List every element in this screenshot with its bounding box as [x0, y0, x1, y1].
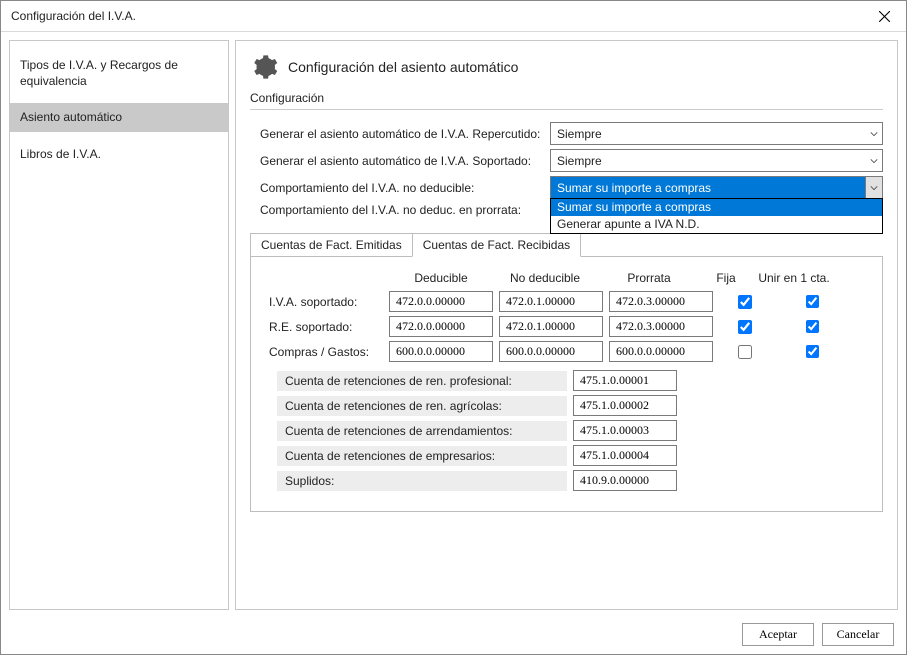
chevron-down-icon [865, 177, 882, 198]
section-header: Configuración del asiento automático [250, 53, 883, 81]
dropdown-no-deducible[interactable]: Sumar su importe a compras Sumar su impo… [550, 176, 883, 199]
header-fija: Fija [701, 271, 751, 285]
retencion-label: Cuenta de retenciones de empresarios: [277, 446, 567, 466]
close-icon [879, 11, 890, 22]
input-compras-no-deducible[interactable] [499, 341, 603, 362]
input-iva-soportado-no-deducible[interactable] [499, 291, 603, 312]
input-iva-soportado-deducible[interactable] [389, 291, 493, 312]
dialog-window: Configuración del I.V.A. Tipos de I.V.A.… [0, 0, 907, 655]
dropdown-value: Siempre [551, 127, 866, 141]
input-compras-deducible[interactable] [389, 341, 493, 362]
form-row-no-deducible: Comportamiento del I.V.A. no deducible: … [250, 176, 883, 199]
checkbox-re-soportado-fija[interactable] [738, 320, 752, 334]
checkbox-re-soportado-unir[interactable] [806, 320, 819, 333]
retencion-row: Cuenta de retenciones de ren. agrícolas: [267, 395, 866, 416]
header-unir: Unir en 1 cta. [751, 271, 837, 285]
table-row: R.E. soportado: [267, 316, 866, 337]
sidebar: Tipos de I.V.A. y Recargos de equivalenc… [9, 40, 229, 610]
cancel-button[interactable]: Cancelar [822, 623, 894, 646]
main-panel: Configuración del asiento automático Con… [235, 40, 898, 610]
retencion-label: Suplidos: [277, 471, 567, 491]
retencion-row: Suplidos: [267, 470, 866, 491]
row-label: Compras / Gastos: [267, 345, 389, 359]
table-row: I.V.A. soportado: [267, 291, 866, 312]
sidebar-item-tipos-iva[interactable]: Tipos de I.V.A. y Recargos de equivalenc… [10, 51, 228, 95]
dropdown-soportado[interactable]: Siempre [550, 149, 883, 172]
dropdown-option[interactable]: Generar apunte a IVA N.D. [551, 216, 882, 233]
header-deducible: Deducible [389, 271, 493, 285]
sidebar-item-libros-iva[interactable]: Libros de I.V.A. [10, 140, 228, 168]
input-suplidos[interactable] [573, 470, 677, 491]
table-headers: Deducible No deducible Prorrata Fija Uni… [267, 271, 866, 285]
dialog-footer: Aceptar Cancelar [1, 614, 906, 654]
gear-icon [250, 53, 278, 81]
window-title: Configuración del I.V.A. [11, 9, 862, 23]
input-retencion-profesional[interactable] [573, 370, 677, 391]
input-iva-soportado-prorrata[interactable] [609, 291, 713, 312]
input-re-soportado-no-deducible[interactable] [499, 316, 603, 337]
tab-facturas-emitidas[interactable]: Cuentas de Fact. Emitidas [250, 233, 413, 257]
input-compras-prorrata[interactable] [609, 341, 713, 362]
dropdown-value: Siempre [551, 154, 866, 168]
header-prorrata: Prorrata [597, 271, 701, 285]
checkbox-compras-unir[interactable] [806, 345, 819, 358]
checkbox-iva-soportado-unir[interactable] [806, 295, 819, 308]
checkbox-compras-fija[interactable] [738, 345, 752, 359]
tabs: Cuentas de Fact. Emitidas Cuentas de Fac… [250, 233, 883, 257]
table-row: Compras / Gastos: [267, 341, 866, 362]
input-re-soportado-deducible[interactable] [389, 316, 493, 337]
chevron-down-icon [866, 123, 882, 144]
tab-facturas-recibidas[interactable]: Cuentas de Fact. Recibidas [412, 233, 581, 257]
dropdown-value: Sumar su importe a compras [551, 181, 865, 195]
section-title: Configuración del asiento automático [288, 59, 518, 75]
ok-button[interactable]: Aceptar [742, 623, 814, 646]
dropdown-option[interactable]: Sumar su importe a compras [551, 199, 882, 216]
input-retencion-agricolas[interactable] [573, 395, 677, 416]
checkbox-iva-soportado-fija[interactable] [738, 295, 752, 309]
retencion-row: Cuenta de retenciones de arrendamientos: [267, 420, 866, 441]
header-no-deducible: No deducible [493, 271, 597, 285]
retencion-row: Cuenta de retenciones de ren. profesiona… [267, 370, 866, 391]
tab-body: Deducible No deducible Prorrata Fija Uni… [250, 256, 883, 512]
label-repercutido: Generar el asiento automático de I.V.A. … [250, 127, 550, 141]
retencion-label: Cuenta de retenciones de ren. profesiona… [277, 371, 567, 391]
chevron-down-icon [866, 150, 882, 171]
input-re-soportado-prorrata[interactable] [609, 316, 713, 337]
group-label: Configuración [250, 91, 883, 110]
dialog-body: Tipos de I.V.A. y Recargos de equivalenc… [1, 32, 906, 614]
label-soportado: Generar el asiento automático de I.V.A. … [250, 154, 550, 168]
form-row-soportado: Generar el asiento automático de I.V.A. … [250, 149, 883, 172]
label-no-deducible: Comportamiento del I.V.A. no deducible: [250, 181, 550, 195]
dropdown-list: Sumar su importe a compras Generar apunt… [550, 198, 883, 234]
input-retencion-empresarios[interactable] [573, 445, 677, 466]
retencion-label: Cuenta de retenciones de ren. agrícolas: [277, 396, 567, 416]
form-row-repercutido: Generar el asiento automático de I.V.A. … [250, 122, 883, 145]
retencion-label: Cuenta de retenciones de arrendamientos: [277, 421, 567, 441]
close-button[interactable] [862, 1, 906, 31]
row-label: I.V.A. soportado: [267, 295, 389, 309]
titlebar: Configuración del I.V.A. [1, 1, 906, 32]
dropdown-repercutido[interactable]: Siempre [550, 122, 883, 145]
input-retencion-arrendamientos[interactable] [573, 420, 677, 441]
retencion-row: Cuenta de retenciones de empresarios: [267, 445, 866, 466]
label-prorrata: Comportamiento del I.V.A. no deduc. en p… [250, 203, 550, 217]
sidebar-item-asiento-automatico[interactable]: Asiento automático [10, 103, 228, 131]
row-label: R.E. soportado: [267, 320, 389, 334]
